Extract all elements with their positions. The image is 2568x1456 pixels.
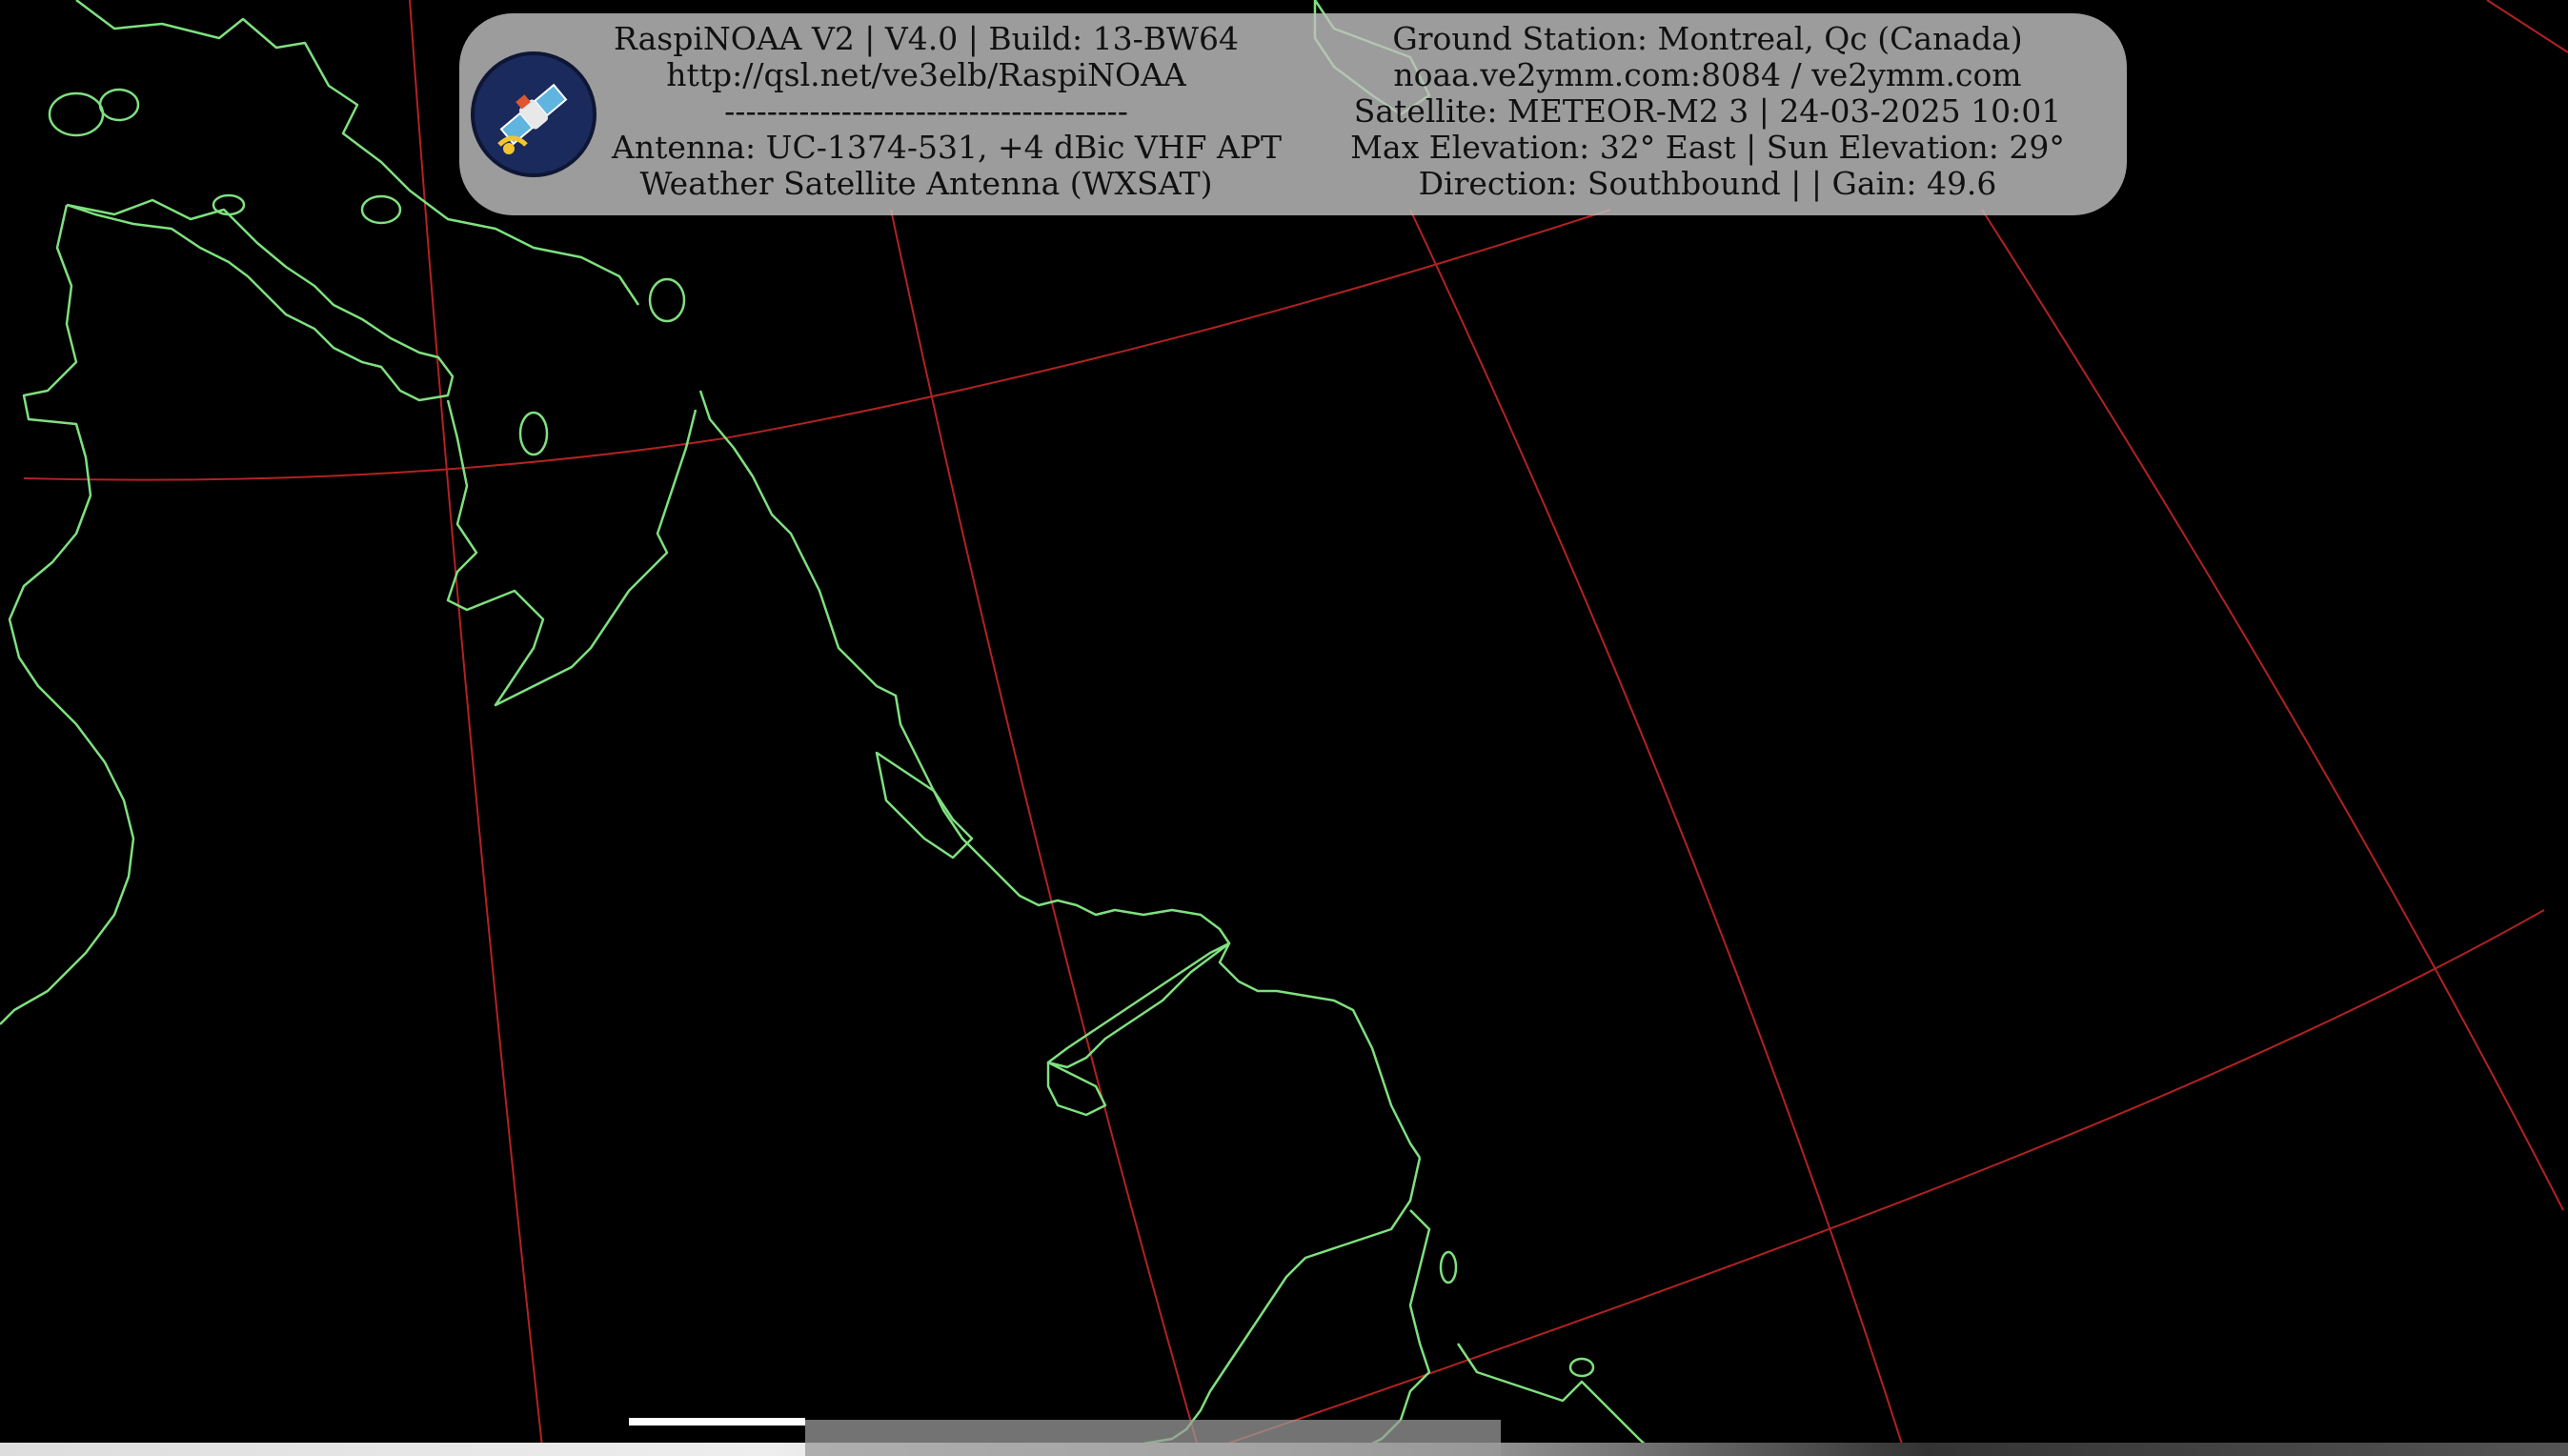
island	[98, 88, 140, 122]
satellite-image-view: RaspiNOAA V2 | V4.0 | Build: 13-BW64 htt…	[0, 0, 2568, 1456]
graticule-latitude-line	[1190, 909, 2545, 1456]
coastline-labrador-inner	[875, 751, 974, 859]
island	[48, 91, 105, 137]
ground-station-text: Ground Station: Montreal, Qc (Canada)	[1392, 20, 2023, 57]
island	[1439, 1250, 1458, 1284]
coastline-inlet	[1352, 1209, 1431, 1455]
antenna-text: Antenna: UC-1374-531, +4 dBic VHF APT	[612, 129, 1283, 166]
coastline-ungava	[66, 198, 455, 402]
island	[648, 277, 686, 323]
coastline-south-labrador	[1123, 1157, 1422, 1455]
scan-bright-segment	[629, 1418, 805, 1426]
satellite-datetime-text: Satellite: METEOR-M2 3 | 24-03-2025 10:0…	[1353, 92, 2062, 130]
coastline-lake-melville	[1046, 941, 1231, 1069]
station-info-column: RaspiNOAA V2 | V4.0 | Build: 13-BW64 htt…	[612, 20, 1283, 202]
graticule-latitude-line	[23, 209, 1611, 481]
coastlines	[0, 0, 1659, 1456]
graticule-longitude-line	[890, 209, 1202, 1456]
pass-info-column: Ground Station: Montreal, Qc (Canada) no…	[1298, 21, 2117, 202]
coastline-lake-melville-south	[1046, 1061, 1107, 1117]
satellite-icon	[471, 51, 597, 177]
coastline-labrador	[698, 390, 1422, 1159]
graticule-longitude-line	[2486, 0, 2568, 53]
coastline-quebec-west	[0, 204, 135, 1025]
graticule-longitude-line	[1981, 209, 2564, 1211]
elevation-text: Max Elevation: 32° East | Sun Elevation:…	[1350, 129, 2065, 166]
island	[518, 411, 549, 456]
separator-text: --------------------------------------	[724, 92, 1128, 130]
graticule-longitude-line	[409, 0, 544, 1456]
graticule-longitude-line	[1409, 209, 1907, 1456]
scan-strip	[0, 1418, 2568, 1456]
island	[360, 194, 402, 225]
antenna-type-text: Weather Satellite Antenna (WXSAT)	[639, 165, 1213, 202]
station-url-text: noaa.ve2ymm.com:8084 / ve2ymm.com	[1393, 56, 2022, 93]
graticule-lines	[23, 0, 2568, 1456]
software-version-text: RaspiNOAA V2 | V4.0 | Build: 13-BW64	[614, 20, 1239, 57]
direction-gain-text: Direction: Southbound | | Gain: 49.6	[1418, 165, 1997, 202]
pass-info-panel: RaspiNOAA V2 | V4.0 | Build: 13-BW64 htt…	[459, 13, 2127, 215]
map-canvas	[0, 0, 2568, 1456]
coastline-ungava-bay	[446, 399, 698, 707]
island	[1568, 1357, 1595, 1378]
project-url-text: http://qsl.net/ve3elb/RaspiNOAA	[666, 56, 1186, 93]
island	[212, 193, 246, 216]
scan-gray-segment	[805, 1420, 1501, 1456]
